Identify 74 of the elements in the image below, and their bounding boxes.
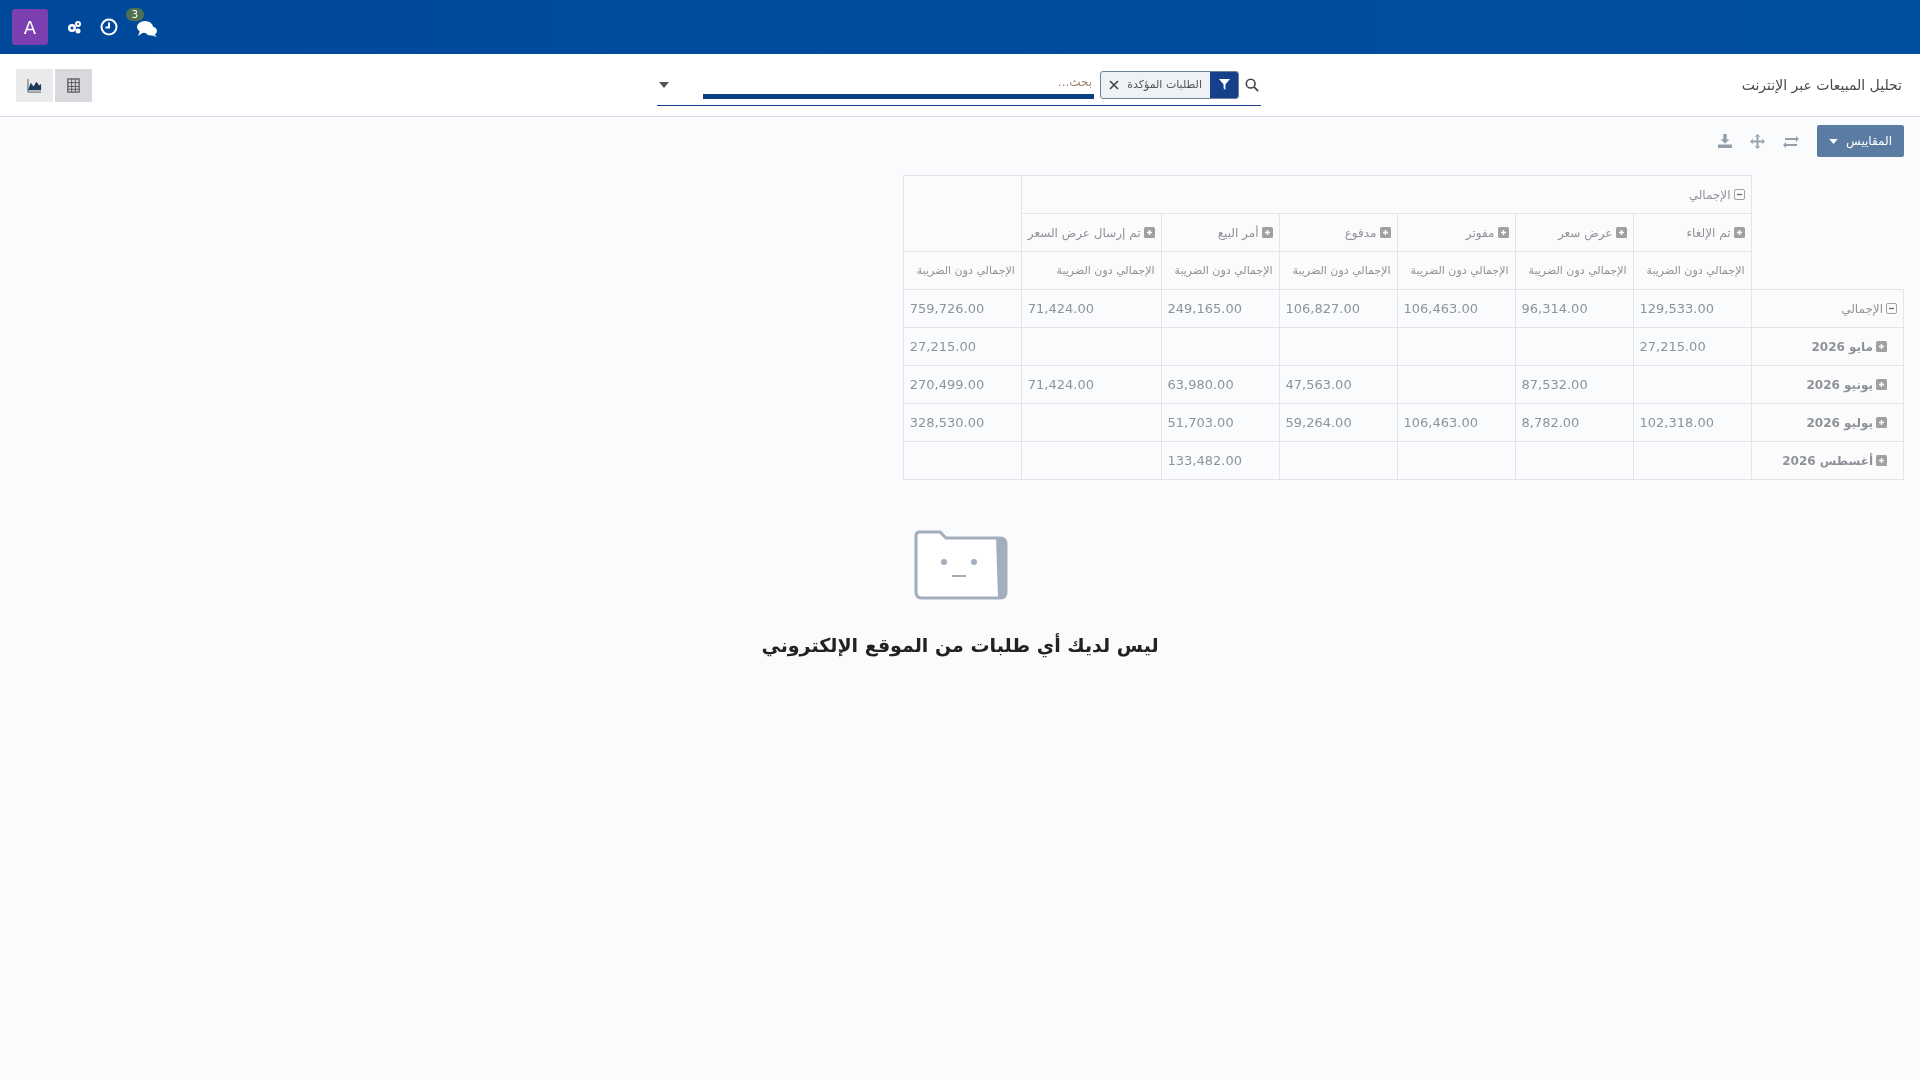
chat-icon[interactable] <box>136 20 158 38</box>
facet-label: الطلبات المؤكدة <box>1127 78 1202 91</box>
caret-icon <box>1829 138 1839 144</box>
table-cell: 71,424.00 <box>1021 365 1161 404</box>
table-cell: 759,726.00 <box>903 289 1022 328</box>
measure-header[interactable]: الإجمالي دون الضريبة <box>1161 251 1279 290</box>
table-cell: 270,499.00 <box>903 365 1022 404</box>
breadcrumb-title: تحليل المبيعات عبر الإنترنت <box>1740 77 1902 93</box>
pivot-view-button[interactable] <box>55 68 92 102</box>
expand-icon <box>1733 227 1745 239</box>
table-cell: 249,165.00 <box>1161 289 1279 328</box>
table-cell: 27,215.00 <box>1633 327 1751 366</box>
column-header[interactable]: تم الإلغاء <box>1633 213 1751 252</box>
table-cell: 133,482.00 <box>1161 441 1279 480</box>
expand-icon <box>1876 379 1887 391</box>
empty-state-message: ليس لديك أي طلبات من الموقع الإلكتروني <box>761 634 1159 656</box>
expand-icon <box>1615 227 1627 239</box>
expand-icon <box>1876 341 1887 353</box>
expand-icon <box>1497 227 1509 239</box>
table-cell: 129,533.00 <box>1633 289 1751 328</box>
table-cell: 106,463.00 <box>1397 289 1515 328</box>
column-header[interactable]: تم إرسال عرض السعر <box>1021 213 1161 252</box>
row-header[interactable]: يونيو 2026 <box>1751 365 1904 404</box>
measure-header[interactable]: الإجمالي دون الضريبة <box>1633 251 1751 290</box>
user-avatar[interactable]: A <box>12 9 48 45</box>
table-cell: 51,703.00 <box>1161 403 1279 442</box>
measure-header[interactable]: الإجمالي دون الضريبة <box>1021 251 1161 290</box>
expand-icon <box>1876 455 1887 467</box>
measure-header[interactable]: الإجمالي دون الضريبة <box>1397 251 1515 290</box>
measure-header[interactable]: الإجمالي دون الضريبة <box>1515 251 1633 290</box>
column-header[interactable]: أمر البيع <box>1161 213 1279 252</box>
collapse-icon <box>1733 189 1745 201</box>
expand-icon <box>1261 227 1273 239</box>
expand-icon <box>1143 227 1155 239</box>
search-input[interactable]: بحث... <box>703 70 1095 99</box>
row-header[interactable]: الإجمالي <box>1751 289 1904 328</box>
table-cell: 71,424.00 <box>1021 289 1161 328</box>
column-header[interactable]: مفوتر <box>1397 213 1515 252</box>
expand-icon <box>1379 227 1391 239</box>
table-cell: 63,980.00 <box>1161 365 1279 404</box>
table-cell: 102,318.00 <box>1633 403 1751 442</box>
area-chart-icon <box>27 77 42 93</box>
table-cell: 328,530.00 <box>903 403 1022 442</box>
measure-header[interactable]: الإجمالي دون الضريبة <box>903 251 1022 290</box>
column-header[interactable]: عرض سعر <box>1515 213 1633 252</box>
table-cell: 87,532.00 <box>1515 365 1633 404</box>
close-icon[interactable] <box>1109 79 1120 90</box>
measure-header[interactable]: الإجمالي دون الضريبة <box>1279 251 1397 290</box>
table-cell: 47,563.00 <box>1279 365 1397 404</box>
filter-icon <box>1218 79 1230 90</box>
search-icon[interactable] <box>1245 77 1259 92</box>
expand-icon <box>1876 417 1887 429</box>
column-header[interactable]: الإجمالي <box>1021 175 1751 214</box>
caret-icon[interactable] <box>659 81 669 88</box>
table-icon <box>66 77 81 93</box>
swap-arrows-icon[interactable] <box>1783 134 1800 148</box>
move-arrows-icon[interactable] <box>1750 133 1766 149</box>
measures-dropdown-button[interactable]: المقاييس <box>1817 125 1904 157</box>
download-icon[interactable] <box>1718 134 1733 148</box>
table-cell: 59,264.00 <box>1279 403 1397 442</box>
chart-view-button[interactable] <box>16 68 53 102</box>
table-cell: 8,782.00 <box>1515 403 1633 442</box>
row-header[interactable]: أغسطس 2026 <box>1751 441 1904 480</box>
collapse-icon <box>1886 303 1897 315</box>
row-header[interactable]: يوليو 2026 <box>1751 403 1904 442</box>
table-cell: 96,314.00 <box>1515 289 1633 328</box>
table-cell: 27,215.00 <box>903 327 1022 366</box>
row-header[interactable]: مايو 2026 <box>1751 327 1904 366</box>
column-header[interactable]: مدفوع <box>1279 213 1397 252</box>
gears-icon[interactable] <box>66 19 82 35</box>
table-cell: 106,827.00 <box>1279 289 1397 328</box>
table-cell: 106,463.00 <box>1397 403 1515 442</box>
message-count-badge: 3 <box>125 8 144 21</box>
clock-icon[interactable] <box>100 18 118 36</box>
